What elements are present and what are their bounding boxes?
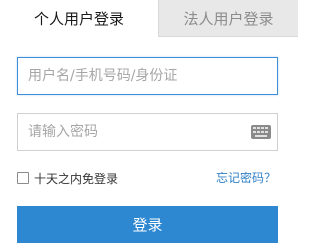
keyboard-icon[interactable] — [251, 125, 271, 139]
forgot-password-link[interactable]: 忘记密码？ — [216, 170, 276, 186]
tab-corporate-login[interactable]: 法人用户登录 — [158, 0, 298, 37]
password-field-wrapper — [17, 113, 278, 151]
tab-personal-login[interactable]: 个人用户登录 — [0, 0, 158, 37]
remember-label: 十天之内免登录 — [34, 171, 119, 186]
password-input[interactable] — [18, 114, 277, 150]
login-button[interactable]: 登录 — [17, 206, 278, 243]
checkbox-icon[interactable] — [17, 172, 29, 184]
login-form: 十天之内免登录 忘记密码？ 登录 — [0, 37, 298, 249]
login-type-tabs: 个人用户登录 法人用户登录 — [0, 0, 298, 37]
username-input[interactable] — [18, 58, 277, 94]
username-field-wrapper — [17, 57, 278, 95]
tab-corporate-label: 法人用户登录 — [183, 9, 274, 28]
login-button-label: 登录 — [132, 216, 163, 234]
tab-personal-label: 个人用户登录 — [33, 10, 124, 28]
remember-me[interactable]: 十天之内免登录 — [17, 170, 118, 186]
